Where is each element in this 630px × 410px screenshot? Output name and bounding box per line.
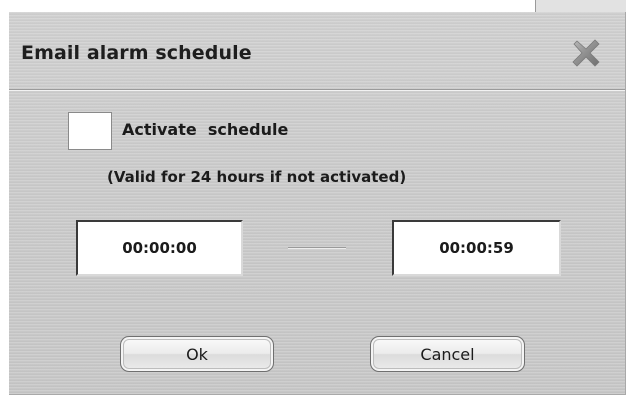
- email-alarm-schedule-dialog: Email alarm schedule Activate schedule (…: [9, 12, 626, 395]
- dialog-titlebar: Email alarm schedule: [9, 12, 625, 89]
- activate-schedule-label: Activate schedule: [122, 120, 289, 139]
- close-icon: [572, 39, 600, 67]
- screen: Email alarm schedule Activate schedule (…: [0, 0, 630, 410]
- ok-button[interactable]: Ok: [120, 336, 274, 372]
- dialog-title: Email alarm schedule: [21, 42, 252, 64]
- validity-note: (Valid for 24 hours if not activated): [107, 168, 407, 186]
- activate-schedule-checkbox[interactable]: [68, 112, 112, 150]
- title-divider: [9, 89, 625, 91]
- start-time-field[interactable]: 00:00:00: [76, 220, 243, 276]
- time-range-separator: [288, 247, 346, 249]
- cancel-button[interactable]: Cancel: [370, 336, 525, 372]
- close-button[interactable]: [568, 35, 604, 71]
- end-time-field[interactable]: 00:00:59: [392, 220, 561, 276]
- background-window-edge: [535, 0, 626, 12]
